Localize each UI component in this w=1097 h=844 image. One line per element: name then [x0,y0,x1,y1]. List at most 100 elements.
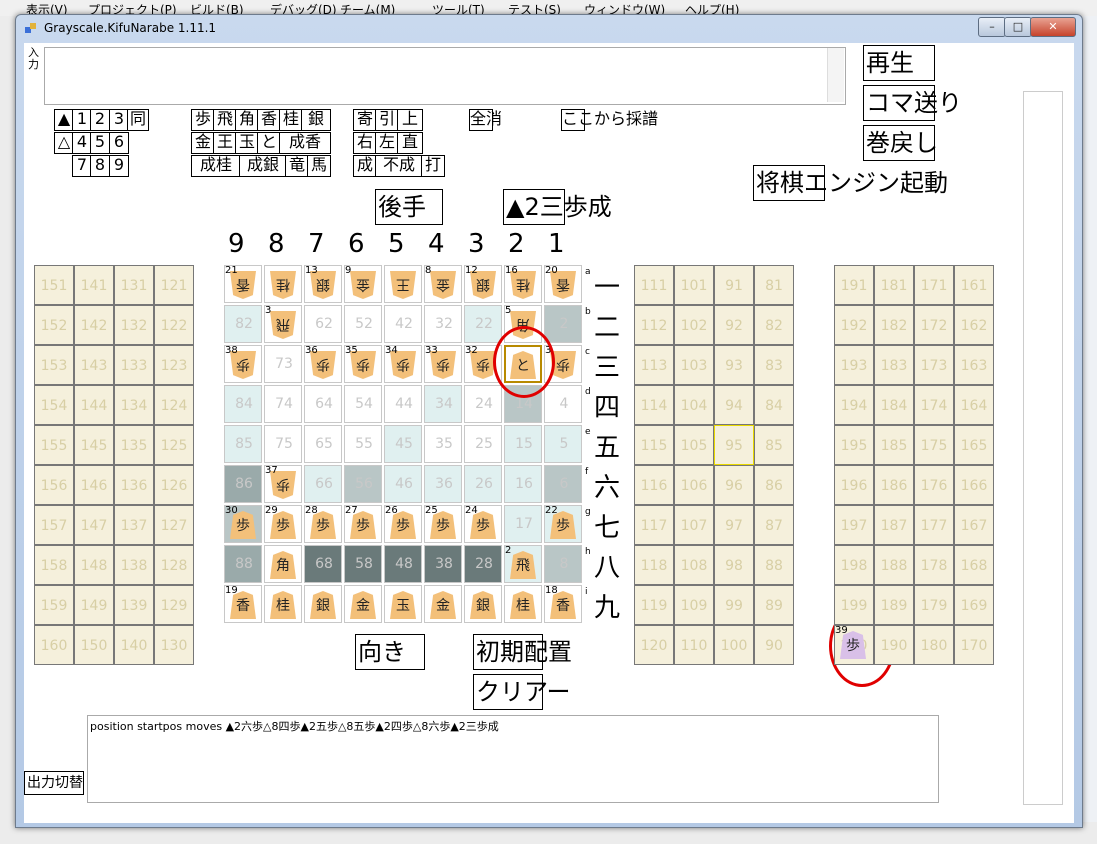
right-piece-box-cell[interactable]: 191 [834,265,874,305]
shogi-piece[interactable]: 歩 30 [224,505,262,543]
move-button[interactable]: 右 [353,132,377,154]
mid-piece-box-cell[interactable]: 97 [714,505,754,545]
right-piece-box-cell[interactable]: 179 [914,585,954,625]
shogi-piece[interactable]: 金 [424,585,462,623]
board-square[interactable]: 75 [264,425,302,463]
left-piece-box-cell[interactable]: 158 [34,545,74,585]
left-piece-box-cell[interactable]: 142 [74,305,114,345]
right-piece-box-cell[interactable]: 190 [874,625,914,665]
right-piece-box-cell[interactable]: 164 [954,385,994,425]
right-piece-box-cell[interactable]: 183 [874,345,914,385]
board-square[interactable]: 45 [384,425,422,463]
board-square[interactable]: 64 [304,385,342,423]
right-piece-box-cell[interactable]: 197 [834,505,874,545]
clear-button[interactable]: クリアー [473,674,571,710]
left-piece-box-cell[interactable]: 145 [74,425,114,465]
rewind-button[interactable]: 巻戻し [863,125,938,161]
right-piece-box-cell[interactable]: 169 [954,585,994,625]
board-square[interactable]: 44 [384,385,422,423]
mid-piece-box-cell[interactable]: 114 [634,385,674,425]
board-square[interactable]: 32 [424,305,462,343]
shogi-piece[interactable]: 香 18 [544,585,582,623]
board-square[interactable]: 86 [224,465,262,503]
right-piece-box-cell[interactable]: 184 [874,385,914,425]
left-piece-box-cell[interactable]: 135 [114,425,154,465]
mid-piece-box-cell[interactable]: 103 [674,345,714,385]
mid-piece-box-cell[interactable]: 105 [674,425,714,465]
left-piece-box-cell[interactable]: 124 [154,385,194,425]
left-piece-box-cell[interactable]: 121 [154,265,194,305]
shogi-piece[interactable]: 歩 34 [384,345,422,383]
left-piece-box-cell[interactable]: 141 [74,265,114,305]
mid-piece-box-cell[interactable]: 116 [634,465,674,505]
shogi-piece[interactable]: 金 [344,585,382,623]
mid-piece-box-cell[interactable]: 85 [754,425,794,465]
board-square[interactable]: 26 [464,465,502,503]
left-piece-box-cell[interactable]: 149 [74,585,114,625]
board-square[interactable]: 25 [464,425,502,463]
board-square[interactable]: 68 [304,545,342,583]
shogi-piece[interactable]: 歩 38 [224,345,262,383]
left-piece-box-cell[interactable]: 122 [154,305,194,345]
right-piece-box-cell[interactable]: 172 [914,305,954,345]
board-square[interactable]: 4 [544,385,582,423]
piece-button[interactable]: と [257,132,281,154]
left-piece-box-cell[interactable]: 160 [34,625,74,665]
shogi-piece[interactable]: 歩 35 [344,345,382,383]
right-piece-box-cell[interactable]: 185 [874,425,914,465]
left-piece-box-cell[interactable]: 143 [74,345,114,385]
side-button[interactable]: ▲ [54,109,74,131]
mid-piece-box-cell[interactable]: 109 [674,585,714,625]
right-piece-box-cell[interactable]: 173 [914,345,954,385]
mid-piece-box-cell[interactable]: 112 [634,305,674,345]
left-piece-box-cell[interactable]: 134 [114,385,154,425]
left-piece-box-cell[interactable]: 155 [34,425,74,465]
shogi-piece[interactable]: 銀 [304,585,342,623]
left-piece-box-cell[interactable]: 139 [114,585,154,625]
right-panel[interactable] [1023,91,1063,805]
piece-button[interactable]: 成銀 [239,155,287,177]
input-textbox[interactable] [44,47,846,105]
left-piece-box-cell[interactable]: 125 [154,425,194,465]
piece-button[interactable]: 角 [235,109,259,131]
side-button[interactable]: 8 [90,155,110,177]
right-piece-box-cell[interactable]: 178 [914,545,954,585]
board-square[interactable]: 54 [344,385,382,423]
right-piece-box-cell[interactable]: 161 [954,265,994,305]
left-piece-box-cell[interactable]: 156 [34,465,74,505]
mid-piece-box-cell[interactable]: 96 [714,465,754,505]
left-piece-box-cell[interactable]: 154 [34,385,74,425]
shogi-piece[interactable]: 桂 [504,585,542,623]
left-piece-box-cell[interactable]: 126 [154,465,194,505]
left-piece-box-cell[interactable]: 140 [114,625,154,665]
piece-button[interactable]: 成香 [279,132,331,154]
left-piece-box-cell[interactable]: 136 [114,465,154,505]
board-square[interactable]: 82 [224,305,262,343]
output-textbox[interactable]: position startpos moves ▲2六歩△8四歩▲2五歩△8五歩… [87,715,939,803]
shogi-piece[interactable]: 王 [384,265,422,303]
left-piece-box-cell[interactable]: 128 [154,545,194,585]
side-button[interactable]: 1 [72,109,92,131]
right-piece-box-cell[interactable]: 177 [914,505,954,545]
left-piece-box-cell[interactable]: 127 [154,505,194,545]
piece-button[interactable]: 香 [257,109,281,131]
board-square[interactable]: 42 [384,305,422,343]
step-forward-button[interactable]: コマ送り [863,85,962,121]
board-square[interactable]: 88 [224,545,262,583]
shogi-piece[interactable]: 歩 29 [264,505,302,543]
mid-piece-box-cell[interactable]: 89 [754,585,794,625]
left-piece-box-cell[interactable]: 147 [74,505,114,545]
mid-piece-box-cell[interactable]: 90 [754,625,794,665]
right-piece-box-cell[interactable]: 176 [914,465,954,505]
shogi-piece[interactable]: 歩 26 [384,505,422,543]
right-piece-box-cell[interactable]: 186 [874,465,914,505]
side-button[interactable]: 4 [72,132,92,154]
mid-piece-box-cell[interactable]: 113 [634,345,674,385]
side-button[interactable]: 同 [127,109,149,131]
right-piece-box-cell[interactable]: 174 [914,385,954,425]
shogi-piece[interactable]: 桂 [264,265,302,303]
board-square[interactable]: 34 [424,385,462,423]
piece-button[interactable]: 竜 [285,155,309,177]
clear-all-button[interactable]: 全消 [469,109,502,131]
play-button[interactable]: 再生 [863,45,935,81]
